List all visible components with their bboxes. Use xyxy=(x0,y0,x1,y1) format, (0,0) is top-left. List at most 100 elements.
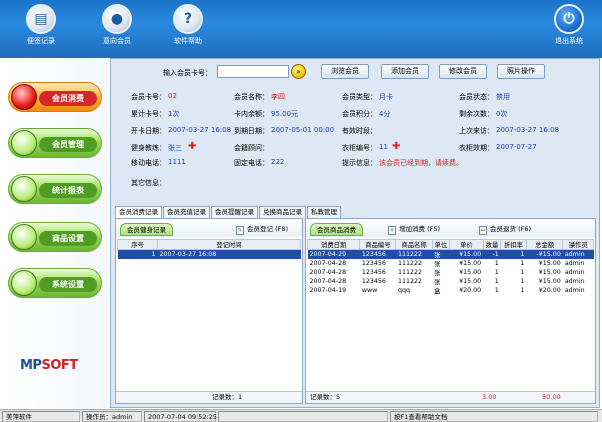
add-consume-button[interactable]: + 增加消费 (F5) xyxy=(388,223,440,235)
add-consume-label: 增加消费 (F5) xyxy=(399,225,441,233)
exit-label: 退出系统 xyxy=(555,37,583,45)
table-row[interactable]: 2007-04-29 123456 111222 张 ¥15.00 -1 1 -… xyxy=(307,249,594,259)
table-cell: ¥15.00 xyxy=(459,260,482,267)
browse-member-button[interactable]: 浏览会员 xyxy=(321,64,369,79)
sidebar: 会员消费 会员管理 统计报表 商品设置 系统设置 MPSOFT xyxy=(0,58,108,408)
help-icon: ? xyxy=(173,4,203,34)
edit-member-button[interactable]: 修改会员 xyxy=(439,64,487,79)
add-cabinet-plus-icon[interactable]: ✚ xyxy=(392,142,401,152)
sidebar-item-label: 商品设置 xyxy=(39,231,97,246)
orb-icon xyxy=(11,84,37,110)
table-cell: 张 xyxy=(434,279,441,286)
table-row[interactable]: 2007-04-28 123456 111222 张 ¥15.00 1 1 ¥1… xyxy=(308,268,594,277)
member-icon: ● xyxy=(102,4,132,34)
table-cell: 123456 xyxy=(361,260,386,267)
column-header[interactable]: 商品名称 xyxy=(395,239,433,250)
card-number-input[interactable] xyxy=(217,65,289,78)
table-cell: www xyxy=(361,287,378,294)
table-cell: 1 xyxy=(500,249,527,259)
exit-button[interactable]: ⏻ 退出系统 xyxy=(542,4,596,56)
search-bar: 输入会员卡号： » 浏览会员 添加会员 修改会员 照片操作 xyxy=(111,59,599,85)
add-member-button[interactable]: 添加会员 xyxy=(381,64,429,79)
status-operator: 操作员：admin xyxy=(82,411,142,422)
table-cell: 1 xyxy=(520,278,525,285)
table-cell: 张 xyxy=(434,270,441,277)
add-icon: + xyxy=(388,226,396,235)
table-cell: ¥15.00 xyxy=(459,278,482,285)
table-row[interactable]: 2007-04-19 www qqq 盒 ¥20.00 1 1 ¥20.00 a… xyxy=(308,286,594,295)
table-cell: 111222 xyxy=(397,260,423,267)
column-header[interactable]: 序号 xyxy=(117,239,158,250)
table-cell: 123456 xyxy=(361,278,386,285)
pane-footer: 记录数：1 xyxy=(116,391,302,403)
table-row[interactable]: 2007-04-28 123456 111222 张 ¥15.00 1 1 ¥1… xyxy=(308,259,594,268)
table-row[interactable]: 1 2007-03-27 16:08 xyxy=(117,249,301,259)
table-cell: 1 xyxy=(494,269,499,276)
prospect-member-label: 意向会员 xyxy=(103,37,131,45)
column-header[interactable]: 商品编号 xyxy=(359,239,397,250)
status-company: 美萍软件 xyxy=(2,411,80,422)
table-cell: qqq xyxy=(397,287,410,294)
notes-button[interactable]: ▤ 便签记录 xyxy=(14,4,68,56)
points-label: 会员积分： xyxy=(342,110,377,118)
member-return-button[interactable]: ↩ 会员退货 (F6) xyxy=(479,223,531,235)
logo-part-a: MP xyxy=(20,358,42,373)
table-cell: 2007-04-28 xyxy=(309,269,347,276)
notes-label: 便签记录 xyxy=(27,37,55,45)
cabinet-expiry-label: 衣柜效期： xyxy=(459,144,494,152)
table-row[interactable]: 2007-04-28 123456 111222 张 ¥15.00 1 1 ¥1… xyxy=(308,277,594,286)
table-cell: admin xyxy=(564,269,585,276)
table-cell: admin xyxy=(564,260,585,267)
sidebar-item-label: 会员消费 xyxy=(39,91,97,106)
expire-date-label: 到期日期： xyxy=(234,127,269,135)
open-date-label: 开卡日期： xyxy=(131,127,166,135)
member-info-panel: 输入会员卡号： » 浏览会员 添加会员 修改会员 照片操作 会员卡号： 02 会… xyxy=(110,58,600,408)
tab-reminder-records[interactable]: 会员提醒记录 xyxy=(211,206,258,218)
pane-footer: 记录数：5 3.00 50.00 xyxy=(306,391,595,403)
tip-value: 该会员已经到期，请续费。 xyxy=(379,159,463,167)
column-header[interactable]: 数量 xyxy=(482,239,502,250)
member-checkin-button[interactable]: ✎ 会员登记 (F8) xyxy=(236,223,288,235)
status-label: 会员状态： xyxy=(459,93,494,101)
prospect-member-button[interactable]: ● 意向会员 xyxy=(90,4,144,56)
tab-private-coach[interactable]: 私教管理 xyxy=(307,206,341,218)
column-header[interactable]: 总金额 xyxy=(525,239,564,250)
help-button[interactable]: ? 软件帮助 xyxy=(161,4,215,56)
card-no-label: 会员卡号： xyxy=(131,93,166,101)
table-cell: 1 xyxy=(520,260,525,267)
coach-label: 健身教练： xyxy=(131,144,166,152)
card-number-label: 输入会员卡号： xyxy=(163,69,212,77)
table-cell: ¥15.00 xyxy=(538,260,561,267)
column-header[interactable]: 登记时间 xyxy=(157,239,301,250)
total-label: 累计卡号： xyxy=(131,110,166,118)
table-cell: 2007-04-29 xyxy=(307,249,360,259)
column-header[interactable]: 单位 xyxy=(431,239,451,250)
go-arrow-icon[interactable]: » xyxy=(291,64,306,79)
add-coach-plus-icon[interactable]: ✚ xyxy=(188,142,197,152)
power-icon: ⏻ xyxy=(554,4,584,34)
table-cell: 123456 xyxy=(359,249,396,259)
status-datetime: 2007-07-04 09:52:25 xyxy=(144,411,217,422)
table-cell: 111222 xyxy=(395,249,433,259)
total-amount: 50.00 xyxy=(542,393,561,401)
tab-exchange-records[interactable]: 兑换商品记录 xyxy=(259,206,306,218)
column-header[interactable]: 折扣率 xyxy=(500,239,527,250)
sidebar-item-reports[interactable]: 统计报表 xyxy=(8,174,102,204)
total-value: 1次 xyxy=(168,110,180,118)
open-date-value: 2007-03-27 16:08 xyxy=(168,126,232,134)
column-header[interactable]: 消费日期 xyxy=(306,239,361,250)
cabinet-no-value: 11 xyxy=(379,143,388,151)
sidebar-item-system-settings[interactable]: 系统设置 xyxy=(8,268,102,298)
table-cell: 盒 xyxy=(434,288,441,295)
tab-consume-records[interactable]: 会员消费记录 xyxy=(115,206,162,218)
photo-button[interactable]: 照片操作 xyxy=(497,64,545,79)
column-header[interactable]: 操作员 xyxy=(562,239,594,250)
tab-recharge-records[interactable]: 会员充值记录 xyxy=(163,206,210,218)
top-toolbar: ▤ 便签记录 ● 意向会员 ? 软件帮助 ⏻ 退出系统 xyxy=(0,0,602,58)
status-help: 按F1查看帮助文档 xyxy=(390,411,598,422)
table-cell: ¥20.00 xyxy=(538,287,561,294)
sidebar-item-member-manage[interactable]: 会员管理 xyxy=(8,128,102,158)
column-header[interactable]: 单价 xyxy=(449,239,484,250)
sidebar-item-member-consume[interactable]: 会员消费 xyxy=(8,82,102,112)
sidebar-item-product-settings[interactable]: 商品设置 xyxy=(8,222,102,252)
